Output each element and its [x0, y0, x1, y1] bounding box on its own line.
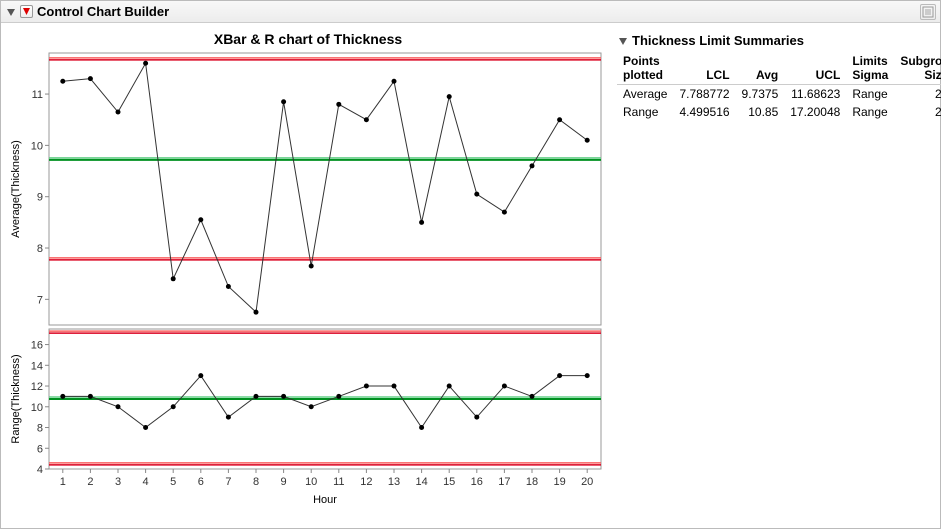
table-row: Range4.49951610.8517.20048Range20	[617, 103, 941, 121]
svg-text:1: 1	[60, 476, 66, 488]
summary-title: Thickness Limit Summaries	[632, 33, 804, 48]
svg-text:11: 11	[32, 89, 43, 101]
svg-text:5: 5	[170, 476, 176, 488]
col-points: Points plotted	[617, 52, 673, 85]
red-triangle-menu-icon[interactable]	[20, 5, 33, 18]
cell-avg: 9.7375	[736, 85, 785, 104]
svg-text:4: 4	[37, 464, 43, 476]
disclosure-triangle-icon[interactable]	[617, 35, 628, 46]
svg-text:14: 14	[415, 476, 427, 488]
svg-text:Average(Thickness): Average(Thickness)	[10, 140, 22, 238]
svg-text:8: 8	[37, 423, 43, 435]
col-ucl: UCL	[784, 52, 846, 85]
svg-text:10: 10	[305, 476, 317, 488]
svg-text:9: 9	[281, 476, 287, 488]
table-row: Average7.7887729.737511.68623Range20	[617, 85, 941, 104]
svg-text:10: 10	[31, 402, 43, 414]
cell-sigma: Range	[846, 103, 894, 121]
svg-text:7: 7	[37, 294, 43, 306]
svg-text:3: 3	[115, 476, 121, 488]
col-lcl: LCL	[673, 52, 735, 85]
panel-title: Control Chart Builder	[37, 4, 169, 19]
svg-text:12: 12	[31, 381, 43, 393]
svg-text:20: 20	[581, 476, 593, 488]
svg-text:8: 8	[253, 476, 259, 488]
panel-header: Control Chart Builder	[1, 1, 940, 23]
svg-text:12: 12	[360, 476, 372, 488]
cell-points: Range	[617, 103, 673, 121]
cell-lcl: 7.788772	[673, 85, 735, 104]
svg-text:4: 4	[143, 476, 149, 488]
disclosure-triangle-icon[interactable]	[5, 6, 16, 17]
svg-text:8: 8	[37, 243, 43, 255]
col-avg: Avg	[736, 52, 785, 85]
col-size: Subgroup Size	[894, 52, 941, 85]
cell-sigma: Range	[846, 85, 894, 104]
svg-text:Range(Thickness): Range(Thickness)	[10, 354, 22, 443]
help-icon[interactable]	[920, 4, 936, 20]
cell-ucl: 11.68623	[784, 85, 846, 104]
cell-size: 20	[894, 85, 941, 104]
svg-text:6: 6	[37, 443, 43, 455]
cell-lcl: 4.499516	[673, 103, 735, 121]
cell-points: Average	[617, 85, 673, 104]
svg-text:11: 11	[333, 476, 344, 488]
svg-text:Hour: Hour	[313, 494, 337, 506]
table-header-row: Points plotted LCL Avg UCL Limits Sigma …	[617, 52, 941, 85]
svg-text:2: 2	[87, 476, 93, 488]
svg-text:15: 15	[443, 476, 455, 488]
svg-text:16: 16	[471, 476, 483, 488]
svg-text:16: 16	[31, 340, 43, 352]
cell-ucl: 17.20048	[784, 103, 846, 121]
chart-column: XBar & R chart of Thickness 789101146810…	[7, 27, 609, 522]
control-chart-panel: Control Chart Builder XBar & R chart of …	[0, 0, 941, 529]
cell-avg: 10.85	[736, 103, 785, 121]
summary-header: Thickness Limit Summaries	[617, 33, 941, 48]
summary-table: Points plotted LCL Avg UCL Limits Sigma …	[617, 52, 941, 121]
summary-column: Thickness Limit Summaries Points plotted…	[617, 27, 941, 522]
svg-text:7: 7	[225, 476, 231, 488]
svg-text:14: 14	[31, 360, 43, 372]
panel-body: XBar & R chart of Thickness 789101146810…	[1, 23, 940, 528]
svg-text:18: 18	[526, 476, 538, 488]
chart-title: XBar & R chart of Thickness	[7, 27, 609, 49]
svg-text:9: 9	[37, 192, 43, 204]
cell-size: 20	[894, 103, 941, 121]
col-sigma: Limits Sigma	[846, 52, 894, 85]
chart-area[interactable]: 7891011468101214161234567891011121314151…	[7, 49, 609, 522]
svg-text:10: 10	[31, 140, 43, 152]
xbar-r-chart[interactable]: 7891011468101214161234567891011121314151…	[7, 49, 609, 509]
svg-text:13: 13	[388, 476, 400, 488]
svg-text:17: 17	[498, 476, 510, 488]
svg-text:19: 19	[553, 476, 565, 488]
svg-text:6: 6	[198, 476, 204, 488]
